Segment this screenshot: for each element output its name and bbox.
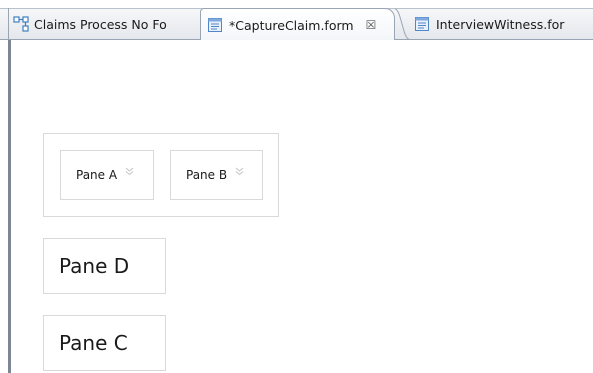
close-icon[interactable]: ☒ bbox=[366, 18, 377, 32]
double-chevron-icon bbox=[235, 167, 244, 175]
tab-claims-process[interactable]: Claims Process No Fo bbox=[8, 8, 186, 40]
editor-window: Claims Process No Fo *CaptureClaim.form … bbox=[0, 0, 593, 373]
tab-interview-witness[interactable]: InterviewWitness.for bbox=[410, 8, 593, 40]
editor-tab-bar: Claims Process No Fo *CaptureClaim.form … bbox=[0, 0, 593, 41]
pane-a[interactable]: Pane A bbox=[60, 150, 154, 200]
pane-c[interactable]: Pane C bbox=[43, 315, 166, 371]
tab-curve-divider bbox=[395, 8, 409, 40]
pane-b-label: Pane B bbox=[186, 168, 228, 182]
form-icon bbox=[415, 17, 429, 31]
double-chevron-icon bbox=[125, 167, 134, 175]
tab-capture-claim[interactable]: *CaptureClaim.form ☒ bbox=[200, 8, 395, 41]
pane-a-label: Pane A bbox=[76, 168, 118, 182]
tab-label: InterviewWitness.for bbox=[436, 16, 565, 32]
process-icon bbox=[13, 16, 29, 32]
pane-d-label: Pane D bbox=[59, 254, 130, 278]
pane-d[interactable]: Pane D bbox=[43, 238, 166, 294]
pane-c-label: Pane C bbox=[59, 331, 128, 355]
pane-b[interactable]: Pane B bbox=[170, 150, 263, 200]
form-icon bbox=[208, 18, 222, 32]
chevron-down-icon[interactable] bbox=[235, 167, 244, 176]
tab-label: Claims Process No Fo bbox=[34, 16, 167, 32]
tab-label: *CaptureClaim.form bbox=[229, 17, 354, 33]
chevron-down-icon[interactable] bbox=[125, 167, 134, 176]
